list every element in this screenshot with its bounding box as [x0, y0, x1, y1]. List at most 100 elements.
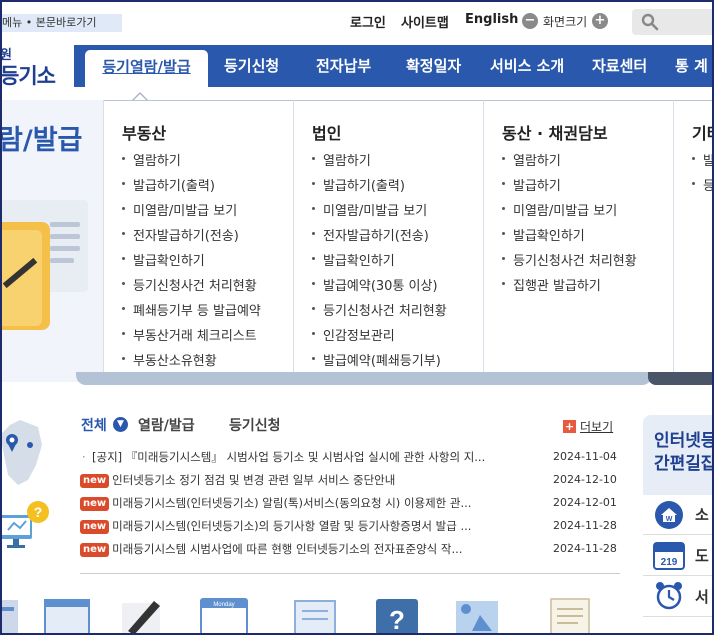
menu-link[interactable]: 미열람/미발급 보기 — [312, 200, 447, 225]
news-title[interactable]: new 인터넷등기소 정기 점검 및 변경 관련 일부 서비스 중단안내 — [80, 471, 532, 489]
document-icon[interactable] — [292, 595, 338, 635]
menu-link[interactable]: 집행관 발급하기 — [502, 275, 637, 300]
tab-all[interactable]: 전체 — [81, 415, 107, 435]
nav-item-service-intro[interactable]: 서비스 소개 — [490, 45, 564, 87]
banner-edge-dark — [648, 372, 714, 385]
side-item-label: 도 — [695, 547, 709, 565]
menu-link[interactable]: 열람하기 — [312, 150, 447, 175]
divider — [80, 573, 620, 574]
sidebar-window-icon[interactable] — [0, 595, 18, 635]
menu-link[interactable]: 등 — [692, 175, 714, 200]
menu-link[interactable]: 발급확인하기 — [312, 250, 447, 275]
presentation-icon[interactable] — [452, 595, 502, 635]
news-item[interactable]: new 인터넷등기소 정기 점검 및 변경 관련 일부 서비스 중단안내 2024… — [80, 471, 620, 493]
svg-text:Monday: Monday — [213, 602, 234, 608]
menu-heading-movables: 동산 · 채권담보 — [502, 124, 608, 143]
news-title[interactable]: new 미래등기시스템(인터넷등기소)의 등기사항 열람 및 등기사항증명서 발급… — [80, 517, 532, 535]
menu-column-real-estate: 부동산 열람하기 발급하기(출력) 미열람/미발급 보기 전자발급하기(전송) … — [103, 100, 293, 382]
sitemap-link[interactable]: 사이트맵 — [401, 12, 449, 31]
menu-link[interactable]: 폐쇄등기부 등 발급예약 — [122, 300, 261, 325]
svg-text:?: ? — [389, 605, 405, 635]
nav-item-view-issue[interactable]: 등기열람/발급 — [85, 50, 208, 87]
menu-link[interactable]: 발급예약(30통 이상) — [312, 275, 447, 300]
news-title[interactable]: · [공지] 『미래등기시스템』 시범사업 등기소 및 시범사업 실시에 관한 사… — [80, 448, 532, 466]
svg-text:W: W — [666, 516, 673, 523]
menu-link[interactable]: 미열람/미발급 보기 — [122, 200, 261, 225]
news-date: 2024-11-04 — [553, 450, 617, 463]
side-item-label: 서 — [695, 588, 709, 606]
tab-registration-apply[interactable]: 등기신청 — [229, 415, 281, 435]
menu-heading-other: 기타 — [692, 124, 714, 143]
house-icon: W — [655, 501, 683, 529]
search-icon[interactable] — [641, 13, 659, 31]
skip-navigation-link[interactable]: 메뉴 • 본문바로가기 — [0, 14, 122, 32]
news-item[interactable]: · [공지] 『미래등기시스템』 시범사업 등기소 및 시범사업 실시에 관한 사… — [80, 448, 620, 470]
logo-text[interactable]: 등기소 — [0, 60, 56, 90]
nav-item-data-center[interactable]: 자료센터 — [592, 45, 647, 87]
news-title[interactable]: new 미래등기시스템(인터넷등기소) 알림(톡)서비스(동의요청 시) 이용제한… — [80, 494, 532, 512]
menu-link[interactable]: 발급확인하기 — [122, 250, 261, 275]
news-title[interactable]: new 미래등기시스템 시범사업에 따른 현행 인터넷등기소의 전자표준양식 작.… — [80, 540, 532, 558]
english-link[interactable]: English — [465, 12, 518, 27]
side-item-label: 소 — [695, 506, 709, 524]
chevron-down-icon[interactable]: ▼ — [113, 417, 128, 432]
new-badge: new — [80, 520, 110, 534]
certificate-icon[interactable] — [548, 595, 594, 635]
menu-link[interactable]: 인감정보관리 — [312, 325, 447, 350]
zoom-in-button[interactable]: + — [592, 13, 608, 29]
menu-link[interactable]: 열람하기 — [122, 150, 261, 175]
zoom-out-button[interactable]: − — [522, 13, 538, 29]
pen-icon[interactable] — [118, 595, 164, 635]
menu-column-corporation: 법인 열람하기 발급하기(출력) 미열람/미발급 보기 전자발급하기(전송) 발… — [293, 100, 483, 382]
nav-item-fixed-date[interactable]: 확정일자 — [406, 45, 461, 87]
svg-text:219: 219 — [661, 557, 678, 568]
question-icon[interactable]: ? — [374, 595, 420, 635]
menu-link[interactable]: 발 — [692, 150, 714, 175]
new-badge: new — [80, 543, 110, 557]
more-link[interactable]: 더보기 — [580, 418, 613, 435]
mega-menu-title: 람/발급 — [0, 125, 83, 156]
monitor-question-icon[interactable]: ? — [0, 495, 50, 555]
menu-link[interactable]: 전자발급하기(전송) — [312, 225, 447, 250]
new-badge: new — [80, 474, 110, 488]
address-sign-icon: 219 — [653, 542, 685, 570]
svg-text:?: ? — [34, 504, 43, 520]
nav-item-statistics[interactable]: 통 계 — [675, 45, 708, 87]
menu-heading-corporation: 법인 — [312, 124, 342, 143]
calendar-icon[interactable]: Monday — [200, 595, 248, 635]
menu-link[interactable]: 발급하기(출력) — [122, 175, 261, 200]
menu-column-other: 기타 발 등 — [673, 100, 714, 382]
login-link[interactable]: 로그인 — [350, 12, 386, 31]
menu-link[interactable]: 등기신청사건 처리현황 — [312, 300, 447, 325]
news-date: 2024-12-10 — [553, 473, 617, 486]
news-item[interactable]: new 미래등기시스템(인터넷등기소)의 등기사항 열람 및 등기사항증명서 발급… — [80, 517, 620, 539]
menu-link[interactable]: 전자발급하기(전송) — [122, 225, 261, 250]
new-badge: new — [80, 497, 110, 511]
menu-heading-real-estate: 부동산 — [122, 124, 167, 143]
alarm-clock-icon — [656, 582, 682, 610]
news-date: 2024-12-01 — [553, 496, 617, 509]
menu-link[interactable]: 등기신청사건 처리현황 — [502, 250, 637, 275]
menu-link[interactable]: 열람하기 — [502, 150, 637, 175]
mega-menu-intro: 람/발급 — [0, 100, 103, 382]
news-item[interactable]: new 미래등기시스템 시범사업에 따른 현행 인터넷등기소의 전자표준양식 작.… — [80, 540, 620, 562]
quick-guide-title[interactable]: 인터넷등 간편길잡 — [654, 430, 714, 476]
menu-column-movables: 동산 · 채권담보 열람하기 발급하기 미열람/미발급 보기 발급확인하기 등기… — [483, 100, 673, 382]
nav-item-e-payment[interactable]: 전자납부 — [316, 45, 371, 87]
menu-link[interactable]: 발급하기 — [502, 175, 637, 200]
tab-view-issue[interactable]: 열람/발급 — [138, 415, 195, 435]
news-item[interactable]: new 미래등기시스템(인터넷등기소) 알림(톡)서비스(동의요청 시) 이용제한… — [80, 494, 620, 516]
browser-window-icon[interactable] — [44, 595, 90, 635]
zoom-label: 화면크기 — [543, 15, 588, 29]
search-box[interactable] — [632, 9, 714, 35]
news-date: 2024-11-28 — [553, 519, 617, 532]
nav-item-registration-apply[interactable]: 등기신청 — [224, 45, 279, 87]
menu-link[interactable]: 부동산거래 체크리스트 — [122, 325, 261, 350]
menu-link[interactable]: 미열람/미발급 보기 — [502, 200, 637, 225]
banner-edge — [76, 372, 652, 385]
map-pin-icon[interactable] — [0, 415, 45, 490]
menu-link[interactable]: 발급하기(출력) — [312, 175, 447, 200]
menu-link[interactable]: 등기신청사건 처리현황 — [122, 275, 261, 300]
menu-link[interactable]: 발급확인하기 — [502, 225, 637, 250]
plus-icon[interactable]: + — [563, 420, 576, 433]
